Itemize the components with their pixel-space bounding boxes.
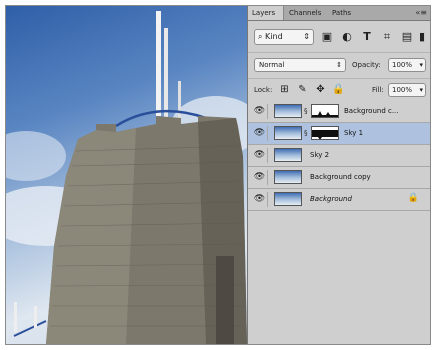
lock-label: Lock:	[254, 86, 273, 94]
tab-channels[interactable]: Channels	[285, 6, 327, 20]
image-canvas[interactable]	[6, 6, 247, 344]
filter-kind-label: Kind	[265, 32, 283, 41]
type-filter-icon[interactable]: T	[360, 29, 374, 44]
eye-icon[interactable]: 👁	[252, 192, 268, 207]
link-icon[interactable]: §	[304, 104, 310, 118]
layer-mask-thumbnail[interactable]	[311, 104, 339, 118]
search-icon: ⌕	[258, 32, 263, 41]
layer-filter-row: ⌕ Kind ⇕ ▣ ◐ T ⌗ ▤ ▮	[248, 22, 430, 48]
layer-mask-thumbnail[interactable]	[311, 126, 339, 140]
opacity-field[interactable]: 100% ▾	[388, 58, 426, 72]
layer-row[interactable]: 👁 § Background c...	[248, 101, 430, 123]
smart-object-filter-icon[interactable]: ▤	[400, 29, 414, 44]
chevron-updown-icon: ⇕	[336, 61, 342, 69]
lock-all-icon[interactable]: 🔒	[332, 83, 345, 96]
lock-row: Lock: ⊞ ✎ ✥ 🔒 Fill: 100% ▾	[248, 78, 430, 102]
image-filter-icon[interactable]: ▣	[320, 29, 334, 44]
layer-name: Background c...	[344, 107, 399, 115]
lock-image-pixels-icon[interactable]: ✎	[296, 83, 309, 96]
lock-transparent-pixels-icon[interactable]: ⊞	[278, 83, 291, 96]
tab-paths[interactable]: Paths	[328, 6, 358, 20]
layer-thumbnail	[274, 126, 302, 140]
opacity-value: 100%	[392, 61, 413, 69]
layer-thumbnail	[274, 148, 302, 162]
filter-toggle-icon[interactable]: ▮	[417, 29, 427, 44]
fill-label: Fill:	[372, 86, 384, 94]
fill-value: 100%	[392, 86, 413, 94]
tab-layers[interactable]: Layers	[248, 6, 284, 20]
layer-row[interactable]: 👁 Sky 2	[248, 145, 430, 167]
link-icon[interactable]: §	[304, 126, 310, 140]
adjustment-filter-icon[interactable]: ◐	[340, 29, 354, 44]
layer-name: Sky 1	[344, 129, 364, 137]
layer-row-selected[interactable]: 👁 § Sky 1	[248, 123, 430, 145]
layer-row[interactable]: 👁 Background copy	[248, 167, 430, 189]
layer-thumbnail	[274, 104, 302, 118]
layer-thumbnail	[274, 192, 302, 206]
layers-panel: Layers Channels Paths «≡ ⌕ Kind ⇕ ▣ ◐ T …	[247, 6, 430, 344]
eye-icon[interactable]: 👁	[252, 170, 268, 185]
layer-name: Sky 2	[310, 151, 330, 159]
panel-tab-bar: Layers Channels Paths «≡	[248, 6, 430, 21]
eye-icon[interactable]: 👁	[252, 126, 268, 141]
fill-field[interactable]: 100% ▾	[388, 83, 426, 97]
blend-row: Normal ⇕ Opacity: 100% ▾	[248, 52, 430, 75]
panel-menu-icon[interactable]: «≡	[415, 6, 427, 20]
filter-kind-select[interactable]: ⌕ Kind ⇕	[254, 29, 314, 45]
layer-row[interactable]: 👁 Background 🔒	[248, 189, 430, 211]
shape-filter-icon[interactable]: ⌗	[380, 29, 394, 44]
chevron-updown-icon: ⇕	[303, 32, 310, 41]
chevron-down-icon: ▾	[419, 61, 423, 69]
opacity-label: Opacity:	[352, 61, 381, 69]
chevron-down-icon: ▾	[419, 86, 423, 94]
layer-name: Background copy	[310, 173, 371, 181]
app-window: Layers Channels Paths «≡ ⌕ Kind ⇕ ▣ ◐ T …	[5, 5, 431, 345]
layer-list: 👁 § Background c... 👁 § Sky 1 👁 Sky 2 👁 …	[248, 101, 430, 211]
layer-thumbnail	[274, 170, 302, 184]
padlock-icon: 🔒	[407, 193, 419, 203]
castle-tower-photo	[6, 11, 247, 344]
blend-mode-value: Normal	[259, 61, 285, 69]
eye-icon[interactable]: 👁	[252, 148, 268, 163]
eye-icon[interactable]: 👁	[252, 104, 268, 119]
blend-mode-select[interactable]: Normal ⇕	[254, 58, 346, 72]
layer-name: Background	[310, 195, 352, 203]
lock-position-icon[interactable]: ✥	[314, 83, 327, 96]
